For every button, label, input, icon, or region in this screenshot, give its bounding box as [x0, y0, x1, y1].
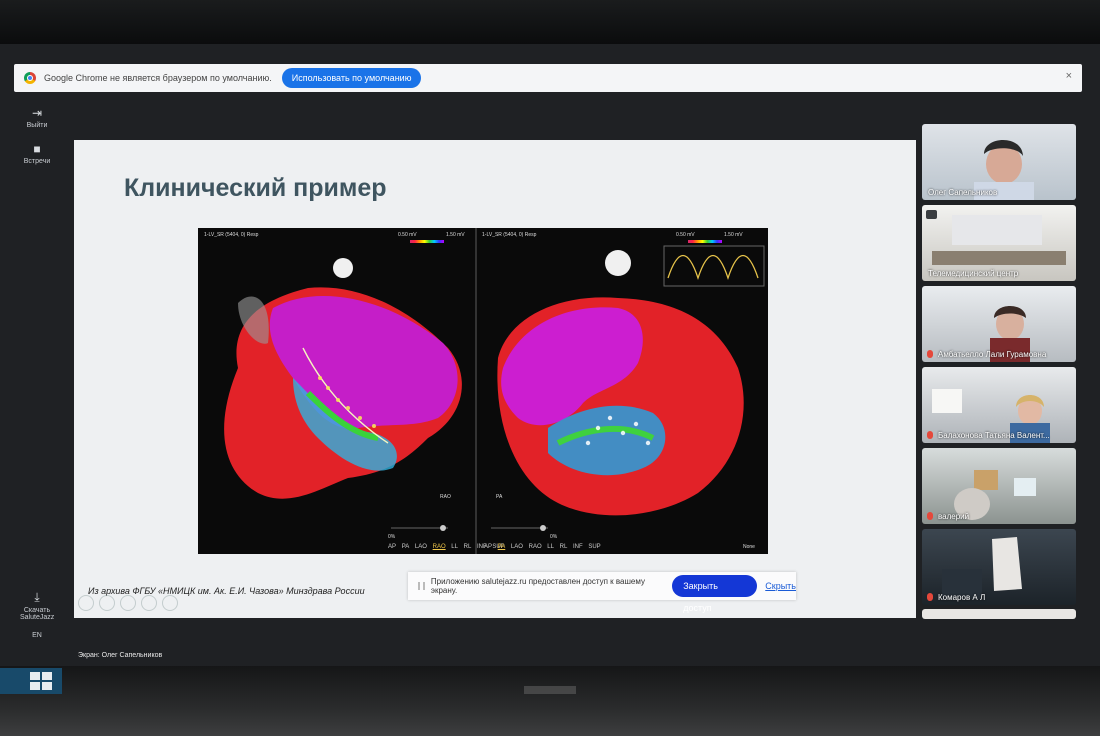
- participant-name: Олег Сапельников: [928, 188, 998, 197]
- right-view-label: PA: [496, 494, 503, 500]
- mic-muted-icon: [927, 350, 933, 358]
- pause-icon: [418, 582, 425, 590]
- windows-logo-icon[interactable]: [30, 672, 52, 690]
- camera-icon: ■: [33, 142, 41, 156]
- right-opacity: 0%: [550, 534, 558, 540]
- orient-button[interactable]: RAO: [529, 544, 542, 550]
- participant-tile[interactable]: Олег Сапельников: [922, 124, 1076, 200]
- stop-sharing-button[interactable]: Закрыть доступ: [672, 575, 758, 613]
- right-scale-max: 1.50 mV: [724, 232, 743, 238]
- orient-button[interactable]: LAO: [415, 544, 427, 550]
- participant-name: Амбатьелло Лали Гурамовна: [938, 350, 1047, 359]
- set-default-button[interactable]: Использовать по умолчанию: [281, 68, 422, 88]
- grid-icon[interactable]: [141, 595, 157, 611]
- right-color-scale: [688, 240, 722, 243]
- exit-label: Выйти: [26, 122, 48, 129]
- orient-button[interactable]: LL: [451, 544, 458, 550]
- mic-muted-icon: [927, 593, 933, 601]
- play-icon[interactable]: [99, 595, 115, 611]
- download-app-button[interactable]: ⤓ Скачать SaluteJazz: [20, 590, 54, 621]
- chrome-default-browser-infobar: Google Chrome не является браузером по у…: [14, 64, 1082, 92]
- participant-name: Балахонова Татьяна Валент...: [938, 431, 1050, 440]
- participant-tile[interactable]: Телемедицинский центр: [922, 205, 1076, 281]
- orient-button[interactable]: AP: [388, 544, 396, 550]
- participant-tile-partial[interactable]: [922, 609, 1076, 619]
- download-icon: ⤓: [34, 590, 40, 604]
- participant-name: Телемедицинский центр: [928, 269, 1019, 278]
- participant-tile[interactable]: Амбатьелло Лали Гурамовна: [922, 286, 1076, 362]
- participant-name: Комаров А Л: [938, 593, 986, 602]
- orient-button-selected[interactable]: PA: [498, 544, 506, 550]
- orient-button[interactable]: RL: [560, 544, 568, 550]
- right-scale-min: 0.50 mV: [676, 232, 695, 238]
- orient-button[interactable]: AP: [484, 544, 492, 550]
- signal-icon: [926, 210, 937, 219]
- mic-muted-icon: [927, 431, 933, 439]
- participant-name: валерий: [938, 512, 970, 521]
- edit-icon[interactable]: [120, 595, 136, 611]
- left-view-label: RAO: [440, 494, 451, 500]
- hide-link[interactable]: Скрыть: [765, 581, 796, 591]
- participant-tile[interactable]: Балахонова Татьяна Валент...: [922, 367, 1076, 443]
- orient-button[interactable]: SUP: [588, 544, 600, 550]
- right-map-header: 1-LV_SR (5404, 0) Resp: [482, 232, 537, 238]
- mic-muted-icon: [927, 512, 933, 520]
- orient-button[interactable]: LL: [547, 544, 554, 550]
- slide-title: Клинический пример: [124, 174, 387, 202]
- share-message: Приложению salutejazz.ru предоставлен до…: [430, 577, 645, 595]
- orient-button[interactable]: INF: [573, 544, 583, 550]
- screen-share-notice: Приложению salutejazz.ru предоставлен до…: [408, 572, 796, 613]
- prev-icon[interactable]: [78, 595, 94, 611]
- left-scale-max: 1.50 mV: [446, 232, 465, 238]
- chrome-icon: [24, 72, 36, 84]
- orient-button[interactable]: RL: [464, 544, 472, 550]
- exit-button[interactable]: ⇥ Выйти: [20, 106, 54, 129]
- close-icon[interactable]: ×: [1066, 70, 1072, 82]
- meetings-label: Встречи: [23, 158, 51, 165]
- participant-tile[interactable]: валерий: [922, 448, 1076, 524]
- left-opacity: 0%: [388, 534, 396, 540]
- electroanatomical-maps: 1-LV_SR (5404, 0) Resp 0.50 mV 1.50 mV R…: [198, 228, 768, 554]
- download-label: Скачать SaluteJazz: [20, 607, 55, 621]
- cardiac-map-image: [224, 228, 765, 554]
- left-scale-min: 0.50 mV: [398, 232, 417, 238]
- presentation-controls: [78, 595, 178, 611]
- exit-icon: ⇥: [31, 106, 43, 120]
- monitor-bezel-bottom: [0, 666, 1100, 736]
- right-footer-label: None: [743, 544, 755, 550]
- right-orientation-buttons: AP PA LAO RAO LL RL INF SUP: [484, 544, 605, 550]
- monitor-bezel-top: [0, 0, 1100, 44]
- screen-owner-label: Экран: Олег Сапельников: [78, 652, 163, 659]
- participant-tile[interactable]: Комаров А Л: [922, 529, 1076, 605]
- left-color-scale: [410, 240, 444, 243]
- shared-slide: Клинический пример 1-LV_SR (5404, 0) Res…: [74, 140, 916, 618]
- meetings-button[interactable]: ■ Встречи: [20, 142, 54, 165]
- orient-button-selected[interactable]: RAO: [433, 544, 446, 550]
- infobar-message: Google Chrome не является браузером по у…: [44, 73, 272, 83]
- orient-button[interactable]: PA: [402, 544, 410, 550]
- orient-button[interactable]: LAO: [511, 544, 523, 550]
- more-icon[interactable]: [162, 595, 178, 611]
- language-label: EN: [32, 632, 42, 639]
- language-switch[interactable]: EN: [20, 632, 54, 639]
- monitor-brand-mark: [524, 686, 576, 694]
- left-map-header: 1-LV_SR (5404, 0) Resp: [204, 232, 259, 238]
